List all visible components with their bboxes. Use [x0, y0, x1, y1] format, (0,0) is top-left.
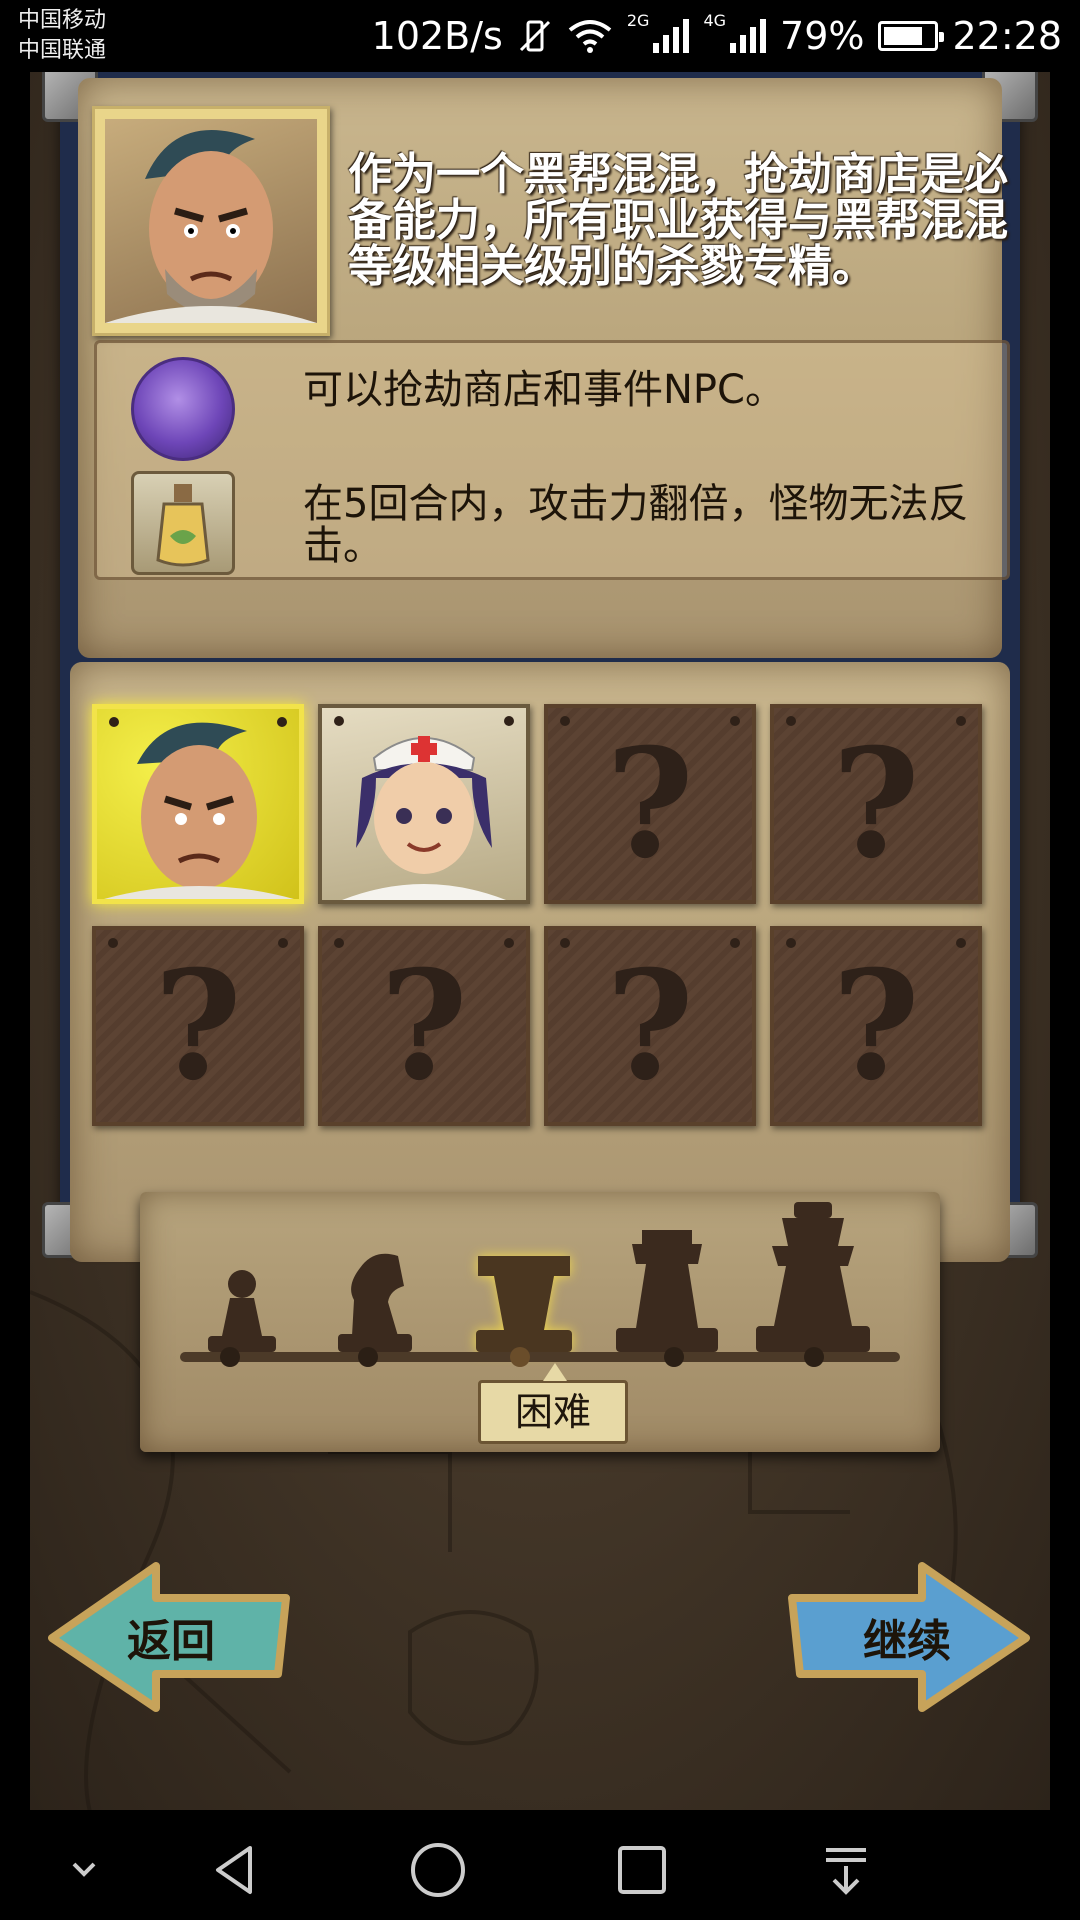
- status-bar: 中国移动 中国联通 102B/s 2G 4G 79% 22:28: [0, 0, 1080, 72]
- difficulty-label: 困难: [478, 1363, 628, 1444]
- character-portrait: [92, 106, 330, 336]
- home-circle-icon[interactable]: [408, 1840, 468, 1900]
- network-speed: 102B/s: [371, 14, 503, 58]
- potion-icon: [131, 471, 235, 575]
- carrier-2: 中国联通: [18, 38, 107, 63]
- signal-icon: [653, 19, 690, 53]
- unknown-character-icon: ?: [832, 716, 920, 892]
- ability-text: 在5回合内，攻击力翻倍，怪物无法反击。: [303, 481, 969, 569]
- difficulty-panel: 困难: [140, 1192, 940, 1452]
- pin-icon: [109, 717, 119, 727]
- character-card-locked[interactable]: ?: [318, 926, 530, 1126]
- nurse-icon: [342, 736, 506, 900]
- continue-button[interactable]: 继续: [782, 1562, 1032, 1712]
- difficulty-knight-icon[interactable]: [330, 1246, 420, 1352]
- game-screen: 作为一个黑帮混混，抢劫商店是必备能力，所有职业获得与黑帮混混等级相关级别的杀戮专…: [30, 72, 1050, 1810]
- carrier-1: 中国移动: [18, 8, 107, 33]
- character-card-locked[interactable]: ?: [544, 926, 756, 1126]
- pin-icon: [334, 716, 344, 726]
- character-card-locked[interactable]: ?: [770, 926, 982, 1126]
- battery-percent: 79%: [780, 14, 865, 58]
- unknown-character-icon: ?: [832, 938, 920, 1114]
- chevron-down-icon[interactable]: [54, 1840, 114, 1900]
- abilities-panel: 可以抢劫商店和事件NPC。 在5回合内，攻击力翻倍，怪物无法反击。: [94, 340, 1010, 580]
- network-type-4g: 4G: [703, 10, 727, 30]
- back-button[interactable]: 返回: [46, 1562, 296, 1712]
- carrier-info: 中国移动 中国联通: [18, 6, 106, 66]
- slider-dot: [664, 1347, 684, 1367]
- difficulty-slider[interactable]: [180, 1347, 900, 1367]
- notification-pull-icon[interactable]: [816, 1840, 876, 1900]
- ability-row: 可以抢劫商店和事件NPC。: [97, 351, 1007, 461]
- network-type-2g: 2G: [626, 10, 650, 30]
- wifi-icon: [568, 20, 612, 53]
- gangster-icon: [104, 722, 294, 899]
- vibrate-off-icon: [519, 20, 550, 52]
- character-card-gangster[interactable]: [92, 704, 304, 904]
- gangster-portrait-icon: [105, 130, 317, 323]
- slider-dot: [804, 1347, 824, 1367]
- ability-row: 在5回合内，攻击力翻倍，怪物无法反击。: [97, 465, 1007, 575]
- slider-dot: [220, 1347, 240, 1367]
- ability-text: 可以抢劫商店和事件NPC。: [303, 367, 785, 413]
- recents-square-icon[interactable]: [612, 1840, 672, 1900]
- status-icons: 102B/s 2G 4G 79% 22:28: [372, 10, 1062, 62]
- clock: 22:28: [952, 14, 1062, 58]
- back-button-label: 返回: [127, 1616, 215, 1667]
- difficulty-bishop-icon[interactable]: [612, 1230, 722, 1352]
- slider-dot: [358, 1347, 378, 1367]
- unknown-character-icon: ?: [380, 938, 468, 1114]
- signal-icon-2: [730, 19, 767, 53]
- continue-button-label: 继续: [863, 1616, 951, 1667]
- pin-icon: [277, 717, 287, 727]
- character-card-locked[interactable]: ?: [92, 926, 304, 1126]
- slider-dot: [510, 1347, 530, 1367]
- difficulty-pieces: [186, 1202, 896, 1352]
- character-card-nurse[interactable]: [318, 704, 530, 904]
- unknown-character-icon: ?: [606, 938, 694, 1114]
- character-card-locked[interactable]: ?: [770, 704, 982, 904]
- character-card-locked[interactable]: ?: [544, 704, 756, 904]
- difficulty-king-icon[interactable]: [752, 1202, 874, 1352]
- pin-icon: [504, 716, 514, 726]
- difficulty-pawn-icon[interactable]: [200, 1266, 284, 1352]
- class-description: 作为一个黑帮混混，抢劫商店是必备能力，所有职业获得与黑帮混混等级相关级别的杀戮专…: [348, 149, 1008, 292]
- wax-seal-icon: [131, 357, 235, 461]
- difficulty-rook-icon[interactable]: [472, 1256, 576, 1352]
- battery-icon: [878, 21, 945, 51]
- back-triangle-icon[interactable]: [206, 1840, 266, 1900]
- unknown-character-icon: ?: [606, 716, 694, 892]
- character-grid: ? ? ? ? ? ?: [92, 704, 984, 1126]
- system-nav-bar: [0, 1810, 1080, 1920]
- unknown-character-icon: ?: [154, 938, 242, 1114]
